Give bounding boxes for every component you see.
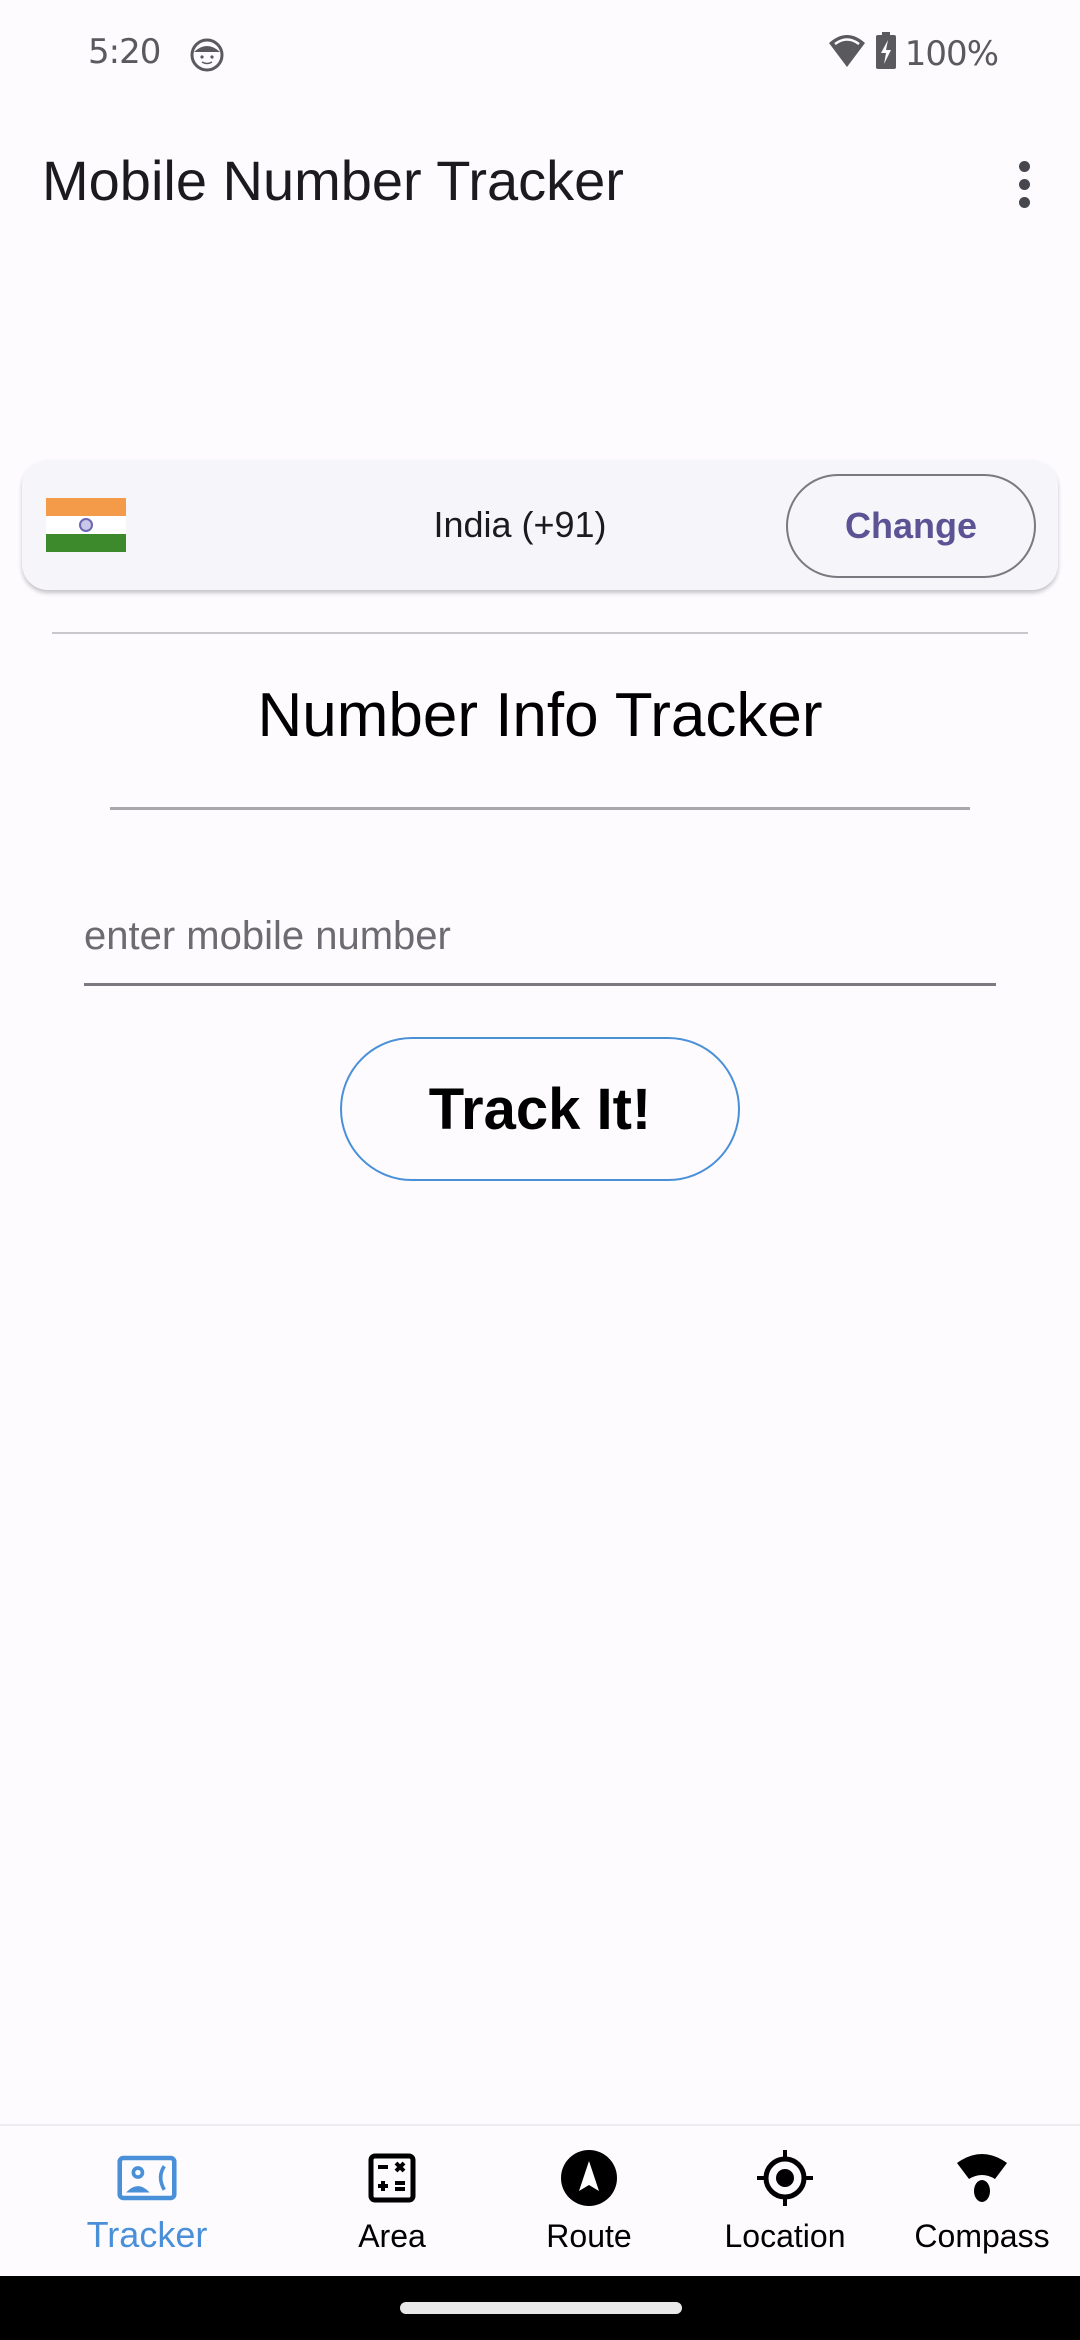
nav-label: Area: [358, 2218, 426, 2254]
contact-phone-icon: [117, 2148, 177, 2208]
nav-item-compass[interactable]: Compass: [882, 2126, 1080, 2278]
nav-item-tracker[interactable]: Tracker: [47, 2126, 247, 2278]
nav-label: Compass: [914, 2218, 1050, 2254]
status-bar: 5:20 100%: [0, 0, 1080, 108]
home-gesture-handle[interactable]: [400, 2302, 682, 2314]
nav-item-location[interactable]: Location: [685, 2126, 885, 2278]
divider: [110, 807, 970, 810]
bottom-navigation: Tracker Area Route Location Compass: [0, 2124, 1080, 2276]
battery-charging-icon: [875, 32, 897, 75]
calculate-icon: [362, 2148, 422, 2208]
nav-label: Location: [724, 2218, 846, 2254]
more-vert-icon[interactable]: [1004, 154, 1044, 214]
divider: [52, 632, 1028, 634]
battery-percent: 100%: [904, 33, 999, 74]
face-icon: [190, 38, 224, 72]
status-time: 5:20: [88, 32, 161, 72]
app-bar: Mobile Number Tracker: [0, 130, 1080, 230]
nav-item-route[interactable]: Route: [489, 2126, 689, 2278]
mobile-number-input[interactable]: [84, 880, 996, 986]
wifi-icon: [827, 33, 867, 74]
app-title: Mobile Number Tracker: [42, 149, 624, 212]
section-title: Number Info Tracker: [257, 681, 823, 750]
navigation-icon: [559, 2148, 619, 2208]
change-country-button[interactable]: Change: [786, 474, 1036, 578]
nav-label: Tracker: [86, 2214, 208, 2255]
nav-item-area[interactable]: Area: [292, 2126, 492, 2278]
track-it-button[interactable]: Track It!: [340, 1037, 740, 1181]
country-selector-card: India (+91) Change: [22, 460, 1058, 590]
compass-icon: [952, 2148, 1012, 2208]
system-navigation-bar: [0, 2276, 1080, 2340]
nav-label: Route: [546, 2218, 632, 2254]
status-indicators: 100%: [827, 32, 999, 75]
my-location-icon: [755, 2148, 815, 2208]
